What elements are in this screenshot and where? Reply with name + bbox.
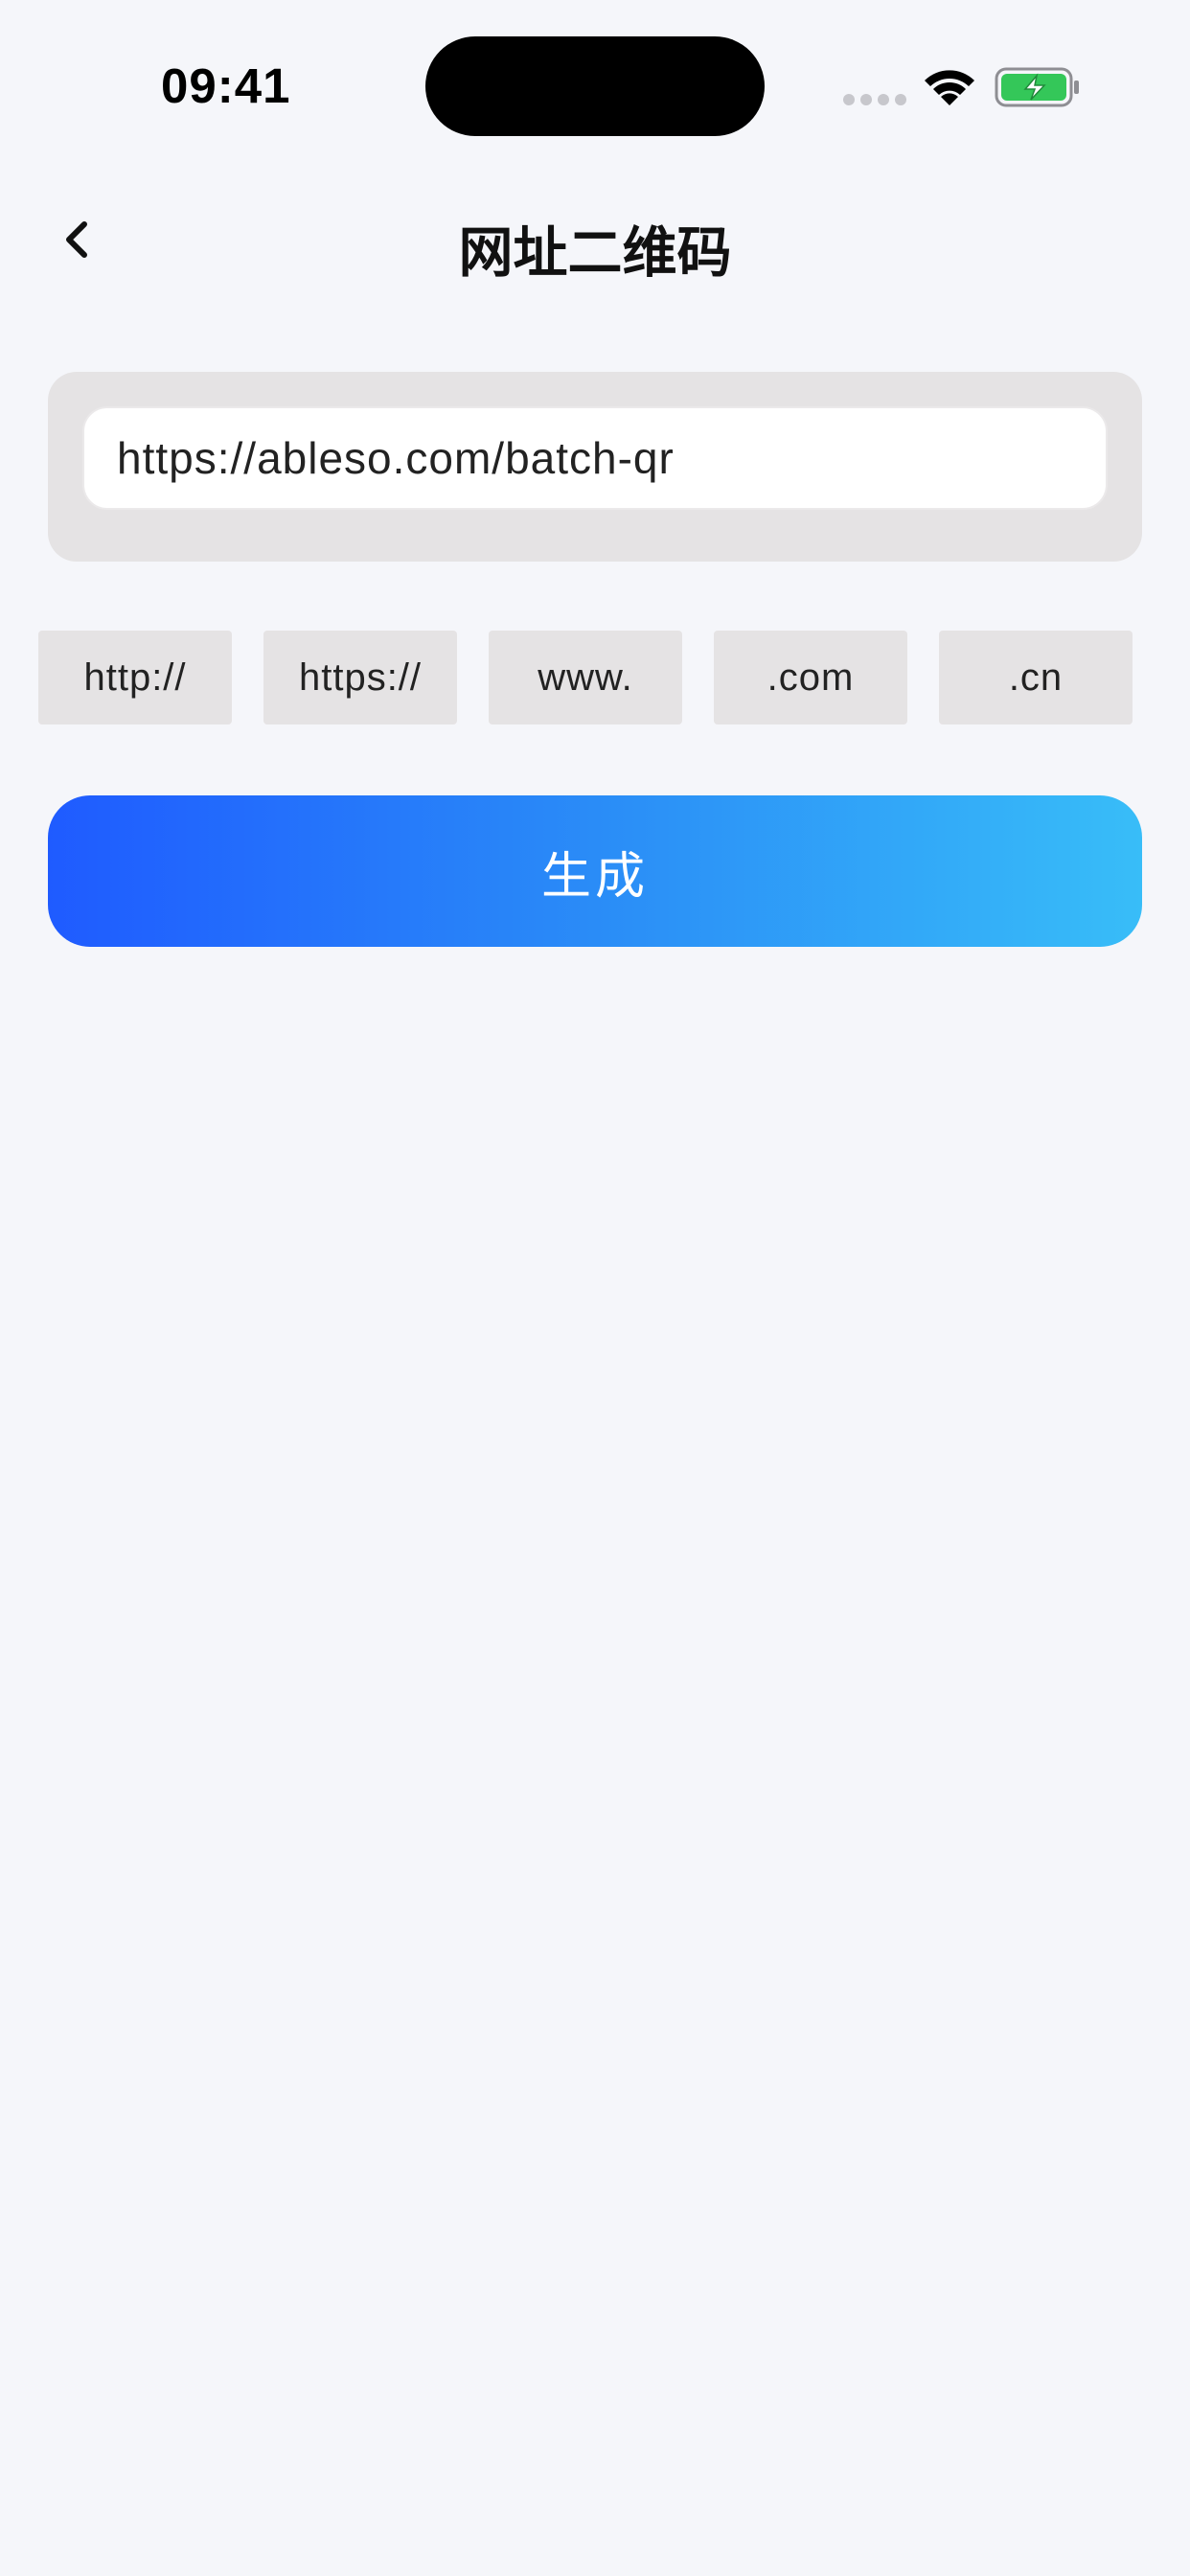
status-bar: 09:41: [0, 0, 1190, 172]
url-input-card: [48, 372, 1142, 562]
navigation-bar: 网址二维码: [0, 182, 1190, 307]
chip-cn[interactable]: .cn: [939, 631, 1133, 724]
chip-https[interactable]: https://: [263, 631, 457, 724]
generate-button[interactable]: 生成: [48, 795, 1142, 947]
page-title: 网址二维码: [458, 222, 732, 284]
cellular-signal-icon: [843, 94, 906, 105]
chip-http[interactable]: http://: [38, 631, 232, 724]
chip-com[interactable]: .com: [714, 631, 907, 724]
prefix-suffix-chips: http:// https:// www. .com .cn: [38, 631, 1133, 724]
dynamic-island: [425, 36, 765, 136]
status-time: 09:41: [161, 58, 291, 113]
battery-charging-icon: [995, 67, 1079, 107]
wifi-icon: [925, 70, 974, 105]
url-input[interactable]: [82, 406, 1108, 510]
chip-www[interactable]: www.: [489, 631, 682, 724]
